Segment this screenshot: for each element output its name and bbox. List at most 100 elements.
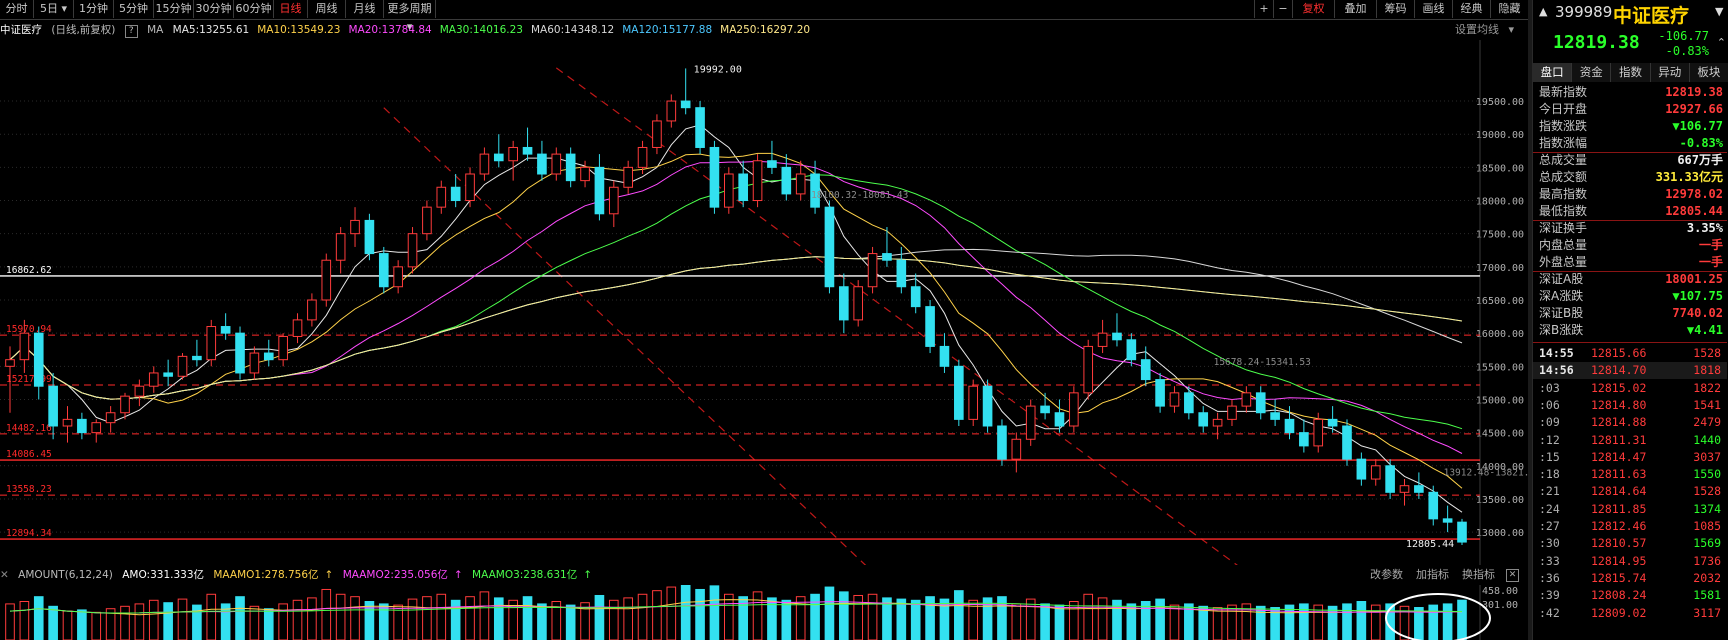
candle-body-41 (594, 166, 605, 215)
quote-side-arrow-icon[interactable]: ⌃ (1717, 36, 1726, 49)
maamo2-arrow-icon: ↑ (453, 569, 463, 581)
candle-body-6 (91, 422, 102, 434)
quote-tab-2[interactable]: 指数 (1611, 63, 1651, 82)
candlestick-chart[interactable]: 19500.00 19000.00 18500.00 18000.00 17500.00… (0, 40, 1528, 565)
zoom-out-button[interactable]: − (1273, 0, 1292, 18)
period-tab-8[interactable]: 周线 (308, 0, 346, 18)
stat-row: 最新指数 12819.38 (1533, 84, 1727, 101)
ma-label: MA (147, 24, 164, 36)
candle-body-76 (1097, 332, 1108, 347)
stat-value: 7740.02 (1672, 306, 1723, 320)
stat-row: 外盘总量 一手 (1533, 254, 1727, 271)
vol-bar-9 (134, 603, 145, 640)
period-tab-6[interactable]: 60分钟 (234, 0, 274, 18)
candle-body-48 (695, 107, 705, 148)
candle-body-78 (1126, 339, 1137, 361)
vol-bar-25 (364, 601, 375, 640)
ma-value-1: MA10:13549.23 (257, 24, 341, 36)
candle-body-47 (680, 100, 691, 109)
edit-params-button[interactable]: 改参数 (1370, 566, 1403, 584)
tick-time: :24 (1539, 501, 1560, 516)
quote-change: -106.77 (1658, 29, 1709, 43)
candle-body-63 (910, 286, 921, 308)
stat-label: 深B涨跌 (1539, 323, 1584, 337)
ma-value-5: MA120:15177.88 (622, 24, 713, 36)
candle-body-88 (1270, 412, 1280, 420)
period-tab-1[interactable]: 5日 ▾ (34, 0, 74, 18)
y-tick-label-6: 16500.00 (1476, 296, 1524, 307)
overlay-button[interactable]: 叠加 (1334, 0, 1376, 18)
ma-settings-label: 设置均线 (1454, 23, 1499, 36)
close-indicator-icon[interactable]: ✕ (1506, 569, 1519, 582)
candle-body-3 (48, 385, 58, 427)
vol-bar-54 (781, 599, 792, 640)
period-tab-5[interactable]: 30分钟 (194, 0, 234, 18)
kline-panel: 分时 5日 ▾ 1分钟 5分钟 15分钟 30分钟 60分钟 日线 周线 月线 更多周期 ▾ 隐藏 经典… (0, 0, 1528, 640)
next-arrow-icon[interactable]: ▼ (1715, 5, 1723, 18)
add-indicator-button[interactable]: 加指标 (1416, 566, 1449, 584)
prev-arrow-icon[interactable]: ▲ (1539, 5, 1547, 18)
period-tab-2[interactable]: 1分钟 (74, 0, 114, 18)
y-tick-label-3: 18000.00 (1476, 197, 1524, 208)
vol-bar-56 (810, 593, 820, 640)
adjust-button[interactable]: 复权 (1292, 0, 1334, 18)
chart-mode: (日线,前复权) (51, 24, 116, 36)
tick-time: 14:56 (1539, 363, 1574, 378)
tick-price: 12814.88 (1591, 415, 1647, 430)
candle-body-69 (997, 425, 1007, 460)
period-tab-4[interactable]: 15分钟 (154, 0, 194, 18)
candle-body-99 (1428, 491, 1439, 520)
vol-bar-78 (1126, 603, 1137, 640)
quote-tab-0[interactable]: 盘口 (1533, 63, 1573, 82)
tick-time: :21 (1539, 484, 1560, 499)
period-tab-7[interactable]: 日线 (274, 0, 308, 18)
ma-value-2: MA20:13784.84 (348, 24, 432, 36)
vol-bar-80 (1155, 598, 1165, 640)
switch-indicator-button[interactable]: 换指标 (1462, 566, 1495, 584)
ma-settings-button[interactable]: 设置均线 ▾ (1455, 21, 1514, 39)
level-label-0: 16862.62 (6, 265, 52, 276)
tick-price: 12812.46 (1591, 519, 1647, 533)
y-tick-label-5: 17000.00 (1476, 263, 1524, 274)
draw-line-button[interactable]: 画线 (1414, 0, 1452, 18)
quote-tab-1[interactable]: 资金 (1572, 63, 1612, 82)
vol-bar-84 (1212, 607, 1223, 640)
quote-tab-4[interactable]: 板块 (1689, 63, 1728, 82)
candle-body-54 (781, 166, 792, 195)
period-tab-9[interactable]: 月线 (346, 0, 384, 18)
period-tab-0[interactable]: 分时 (0, 0, 34, 18)
vol-bar-99 (1428, 604, 1439, 640)
period-tab-3[interactable]: 5分钟 (114, 0, 154, 18)
vol-bar-45 (652, 590, 662, 640)
stat-value: 12978.02 (1665, 187, 1723, 201)
candle-body-11 (163, 372, 173, 377)
candle-body-31 (450, 186, 461, 202)
quote-tab-3[interactable]: 异动 (1650, 63, 1690, 82)
y-tick-label-1: 19000.00 (1476, 130, 1524, 141)
candle-body-95 (1370, 465, 1381, 480)
vol-bar-19 (278, 603, 288, 640)
indicator-close-icon[interactable]: ✕ (0, 569, 9, 581)
quote-header: ▲ 399989 中证医疗 ▼ (1533, 0, 1728, 32)
period-tab-10[interactable]: 更多周期 ▾ (384, 0, 436, 33)
diag-label-1: 15678.24-15341.53 (1214, 357, 1311, 368)
hide-button[interactable]: 隐藏 (1490, 0, 1528, 18)
stat-label: 总成交额 (1539, 170, 1588, 184)
candle-body-81 (1169, 392, 1180, 407)
help-icon[interactable]: ? (124, 25, 138, 38)
tick-row: :15 12814.47 3037 (1533, 449, 1727, 466)
zoom-in-button[interactable]: + (1254, 0, 1273, 18)
stat-label: 最高指数 (1539, 187, 1588, 201)
stat-value: ▼106.77 (1672, 119, 1723, 133)
tick-volume: 1528 (1693, 484, 1721, 499)
tick-price: 12814.47 (1591, 449, 1647, 464)
tick-price: 12814.64 (1591, 484, 1647, 499)
chips-button[interactable]: 筹码 (1376, 0, 1414, 18)
vol-bar-47 (680, 585, 691, 640)
classic-button[interactable]: 经典 (1452, 0, 1490, 18)
tick-price: 12811.85 (1591, 501, 1647, 516)
candle-body-86 (1241, 392, 1252, 407)
candle-body-80 (1155, 379, 1165, 407)
vol-bar-101 (1457, 599, 1467, 640)
tick-time: 14:55 (1539, 346, 1574, 360)
